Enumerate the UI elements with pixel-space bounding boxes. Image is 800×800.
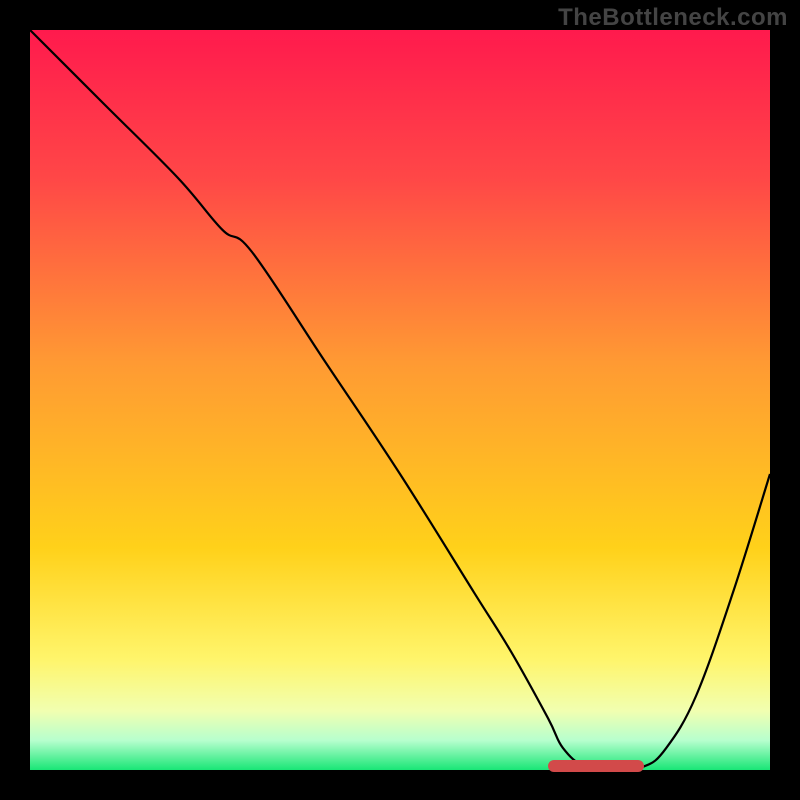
- plot-area: [30, 30, 770, 770]
- optimal-range-marker: [548, 760, 644, 772]
- watermark-text: TheBottleneck.com: [558, 4, 788, 32]
- chart-stage: TheBottleneck.com: [0, 0, 800, 800]
- background-gradient: [30, 30, 770, 770]
